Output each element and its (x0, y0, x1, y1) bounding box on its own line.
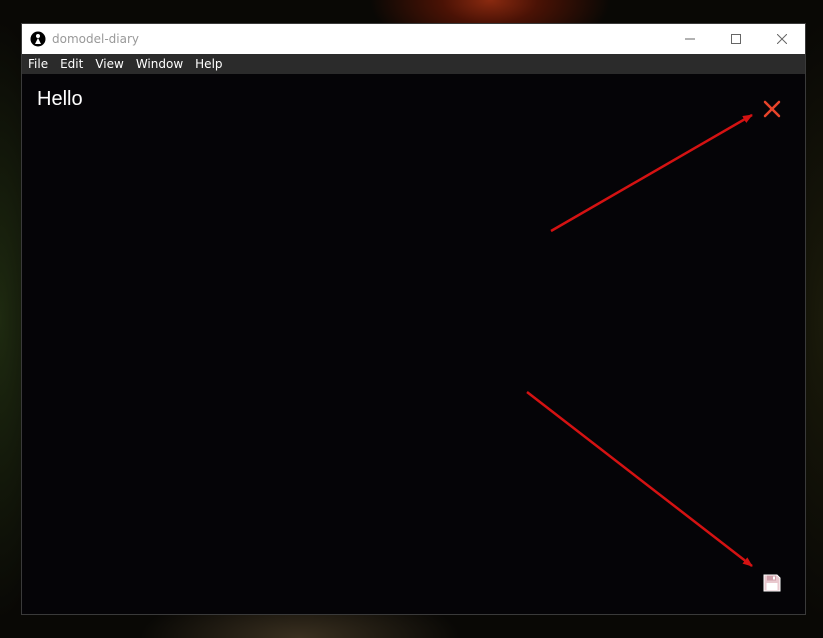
menu-help[interactable]: Help (189, 54, 228, 74)
save-note-button[interactable] (761, 572, 783, 594)
menu-file[interactable]: File (22, 54, 54, 74)
app-logo-icon (30, 31, 46, 47)
floppy-disk-icon (763, 574, 781, 592)
close-note-button[interactable] (761, 98, 783, 120)
window-title: domodel-diary (52, 32, 139, 46)
note-content: Hello (22, 74, 805, 614)
menu-bar: File Edit View Window Help (22, 54, 805, 74)
minimize-button[interactable] (667, 24, 713, 54)
minimize-icon (685, 38, 695, 40)
app-window: domodel-diary File Edit View Window Help… (21, 23, 806, 615)
title-bar[interactable]: domodel-diary (22, 24, 805, 54)
note-title[interactable]: Hello (37, 88, 83, 111)
menu-edit[interactable]: Edit (54, 54, 89, 74)
menu-window[interactable]: Window (130, 54, 189, 74)
window-close-button[interactable] (759, 24, 805, 54)
close-icon (777, 34, 787, 44)
maximize-icon (731, 34, 741, 44)
maximize-button[interactable] (713, 24, 759, 54)
menu-view[interactable]: View (89, 54, 129, 74)
close-x-icon (763, 100, 781, 118)
window-controls (667, 24, 805, 54)
